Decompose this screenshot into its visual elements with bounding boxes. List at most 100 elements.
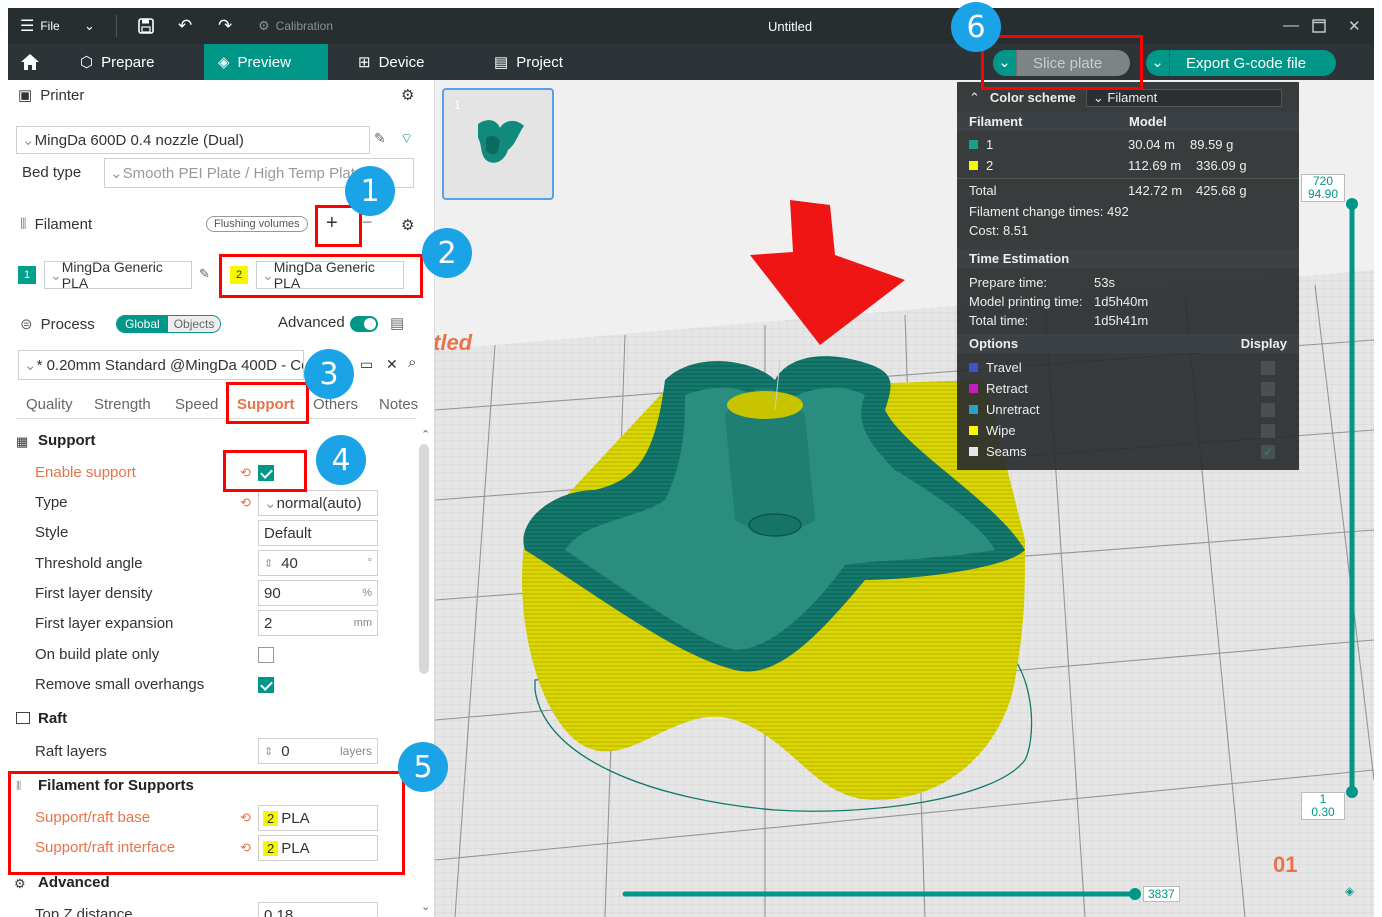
file-menu[interactable]: ☰ File [20,8,60,44]
process-preset-name: * 0.20mm Standard @MingDa 400D - Copy [36,356,304,374]
maximize-icon[interactable] [1312,8,1326,44]
redo-icon[interactable]: ↷ [218,8,232,44]
filament-slot-1-name: MingDa Generic PLA [61,259,163,291]
tab-project-label: Project [516,53,563,71]
support-icon: ▦ [16,434,29,449]
plate-thumbnail-number: 1 [454,98,461,112]
tab-notes[interactable]: Notes [379,396,418,413]
unretract-display-checkbox[interactable] [1261,402,1275,417]
export-gcode-label: Export G-code file [1186,54,1307,72]
option-retract: Retract [969,379,1289,398]
search-icon[interactable]: ⌕ [408,354,416,371]
flushing-volumes-button[interactable]: Flushing volumes [206,216,308,232]
retract-display-checkbox[interactable] [1261,381,1275,396]
retract-swatch [969,384,978,393]
travel-swatch [969,363,978,372]
process-section-header: ⊜ Process [20,315,95,334]
undo-icon[interactable]: ↶ [178,8,192,44]
horizontal-slider-thumb[interactable] [1129,888,1141,900]
window-title: Untitled [768,18,813,34]
home-icon[interactable] [8,44,52,80]
stepper-icon[interactable]: ⇕ [264,745,273,758]
layers-icon[interactable]: ◈ [1345,884,1354,898]
calibration-menu[interactable]: ⚙ Calibration [258,8,333,44]
scroll-up-icon[interactable]: ⌃ [421,428,430,441]
seams-display-checkbox[interactable]: ✓ [1261,444,1275,459]
filament-section-header: ⦀ Filament [20,216,92,233]
process-preset-select[interactable]: ⌄ * 0.20mm Standard @MingDa 400D - Copy [18,350,304,380]
tab-quality[interactable]: Quality [26,396,73,413]
first-layer-density-unit: % [362,587,372,599]
annotation-box-slice-plate [981,35,1143,90]
advanced-section-title: Advanced [38,874,110,891]
save-icon[interactable] [138,8,154,44]
plate-thumbnail[interactable]: 1 [442,88,554,200]
first-layer-expansion-input[interactable]: 2 mm [258,610,378,636]
filament-2-weight: 336.09 g [1196,158,1247,173]
tab-preview[interactable]: ◈ Preview [204,44,328,80]
model-thumbnail-icon [478,120,524,163]
on-build-plate-only-checkbox[interactable] [258,647,274,663]
advanced-toggle[interactable] [350,316,378,332]
model-bore [748,513,802,537]
reset-icon[interactable]: ⟲ [240,495,251,511]
vertical-slider-top-thumb[interactable] [1346,198,1358,210]
export-gcode-button[interactable]: ⌄ Export G-code file [1146,50,1336,76]
scrollbar-thumb[interactable] [419,444,429,674]
global-option[interactable]: Global [117,316,168,332]
close-icon[interactable]: ✕ [1348,8,1361,44]
layer-bottom-height: 0.30 [1311,805,1335,819]
objects-option[interactable]: Objects [167,316,221,332]
filament-2-name: 2 [986,158,994,173]
scroll-down-icon[interactable]: ⌄ [421,900,430,913]
remove-small-overhangs-checkbox[interactable] [258,677,274,693]
prepare-time-label: Prepare time: [969,275,1048,290]
tab-strength[interactable]: Strength [94,396,151,413]
raft-layers-value: 0 [281,742,290,760]
collapse-icon[interactable]: ⌃ [969,90,980,106]
tab-device-label: Device [378,53,425,71]
tab-speed[interactable]: Speed [175,396,218,413]
annotation-box-filament-slot-2 [219,254,423,298]
type-select[interactable]: ⌄ normal(auto) [258,490,378,516]
style-select[interactable]: Default [258,520,378,546]
stepper-icon[interactable]: ⇕ [264,557,273,570]
option-travel: Travel [969,358,1289,377]
filament-1-name: 1 [986,137,994,152]
close-preset-icon[interactable]: ✕ [386,356,398,373]
filament-row-2: 2 112.69 m 336.09 g [969,156,1289,175]
tab-device[interactable]: ⊞ Device [344,44,438,80]
export-dropdown-icon[interactable]: ⌄ [1146,50,1170,76]
tab-prepare[interactable]: ⬡ Prepare [66,44,168,80]
dropdown-chevron-icon[interactable]: ⌄ [84,8,95,44]
edit-printer-icon[interactable]: ✎ [374,130,386,147]
top-z-distance-input[interactable]: 0.18 [258,902,378,917]
printer-settings-gear-icon[interactable]: ⚙ [401,86,414,104]
filament-row-1: 1 30.04 m 89.59 g [969,135,1289,154]
save-preset-icon[interactable]: ▭ [360,356,373,373]
process-icon: ⊜ [20,316,33,333]
wifi-icon[interactable]: ⌔ [400,130,413,148]
global-objects-toggle[interactable]: Global Objects [116,315,222,333]
threshold-angle-input[interactable]: ⇕ 40 ° [258,550,378,576]
tab-project[interactable]: ▤ Project [480,44,577,80]
wipe-display-checkbox[interactable] [1261,423,1275,438]
vertical-slider-bottom-thumb[interactable] [1346,786,1358,798]
raft-layers-input[interactable]: ⇕ 0 layers [258,738,378,764]
minimize-icon[interactable]: — [1283,8,1299,44]
travel-display-checkbox[interactable] [1261,360,1275,375]
color-scheme-select[interactable]: ⌄ Filament [1085,88,1282,107]
total-weight: 425.68 g [1196,183,1247,198]
color-scheme-label: Color scheme [989,90,1076,105]
first-layer-density-input[interactable]: 90 % [258,580,378,606]
filament-settings-gear-icon[interactable]: ⚙ [401,216,414,234]
filament-slot-1-select[interactable]: ⌄ MingDa Generic PLA [44,259,192,291]
compare-icon[interactable]: ▤ [390,314,404,332]
title-bar: ☰ File ⌄ ↶ ↷ ⚙ Calibration Untitled — ✕ [8,8,1374,44]
device-icon: ⊞ [358,54,371,71]
printer-select[interactable]: ⌄ MingDa 600D 0.4 nozzle (Dual) [16,126,370,154]
tab-others[interactable]: Others [313,396,358,413]
time-estimation-header: Time Estimation [957,249,1299,268]
bed-type-value: Smooth PEI Plate / High Temp Plate [122,164,364,182]
edit-filament-1-icon[interactable]: ✎ [199,266,210,282]
